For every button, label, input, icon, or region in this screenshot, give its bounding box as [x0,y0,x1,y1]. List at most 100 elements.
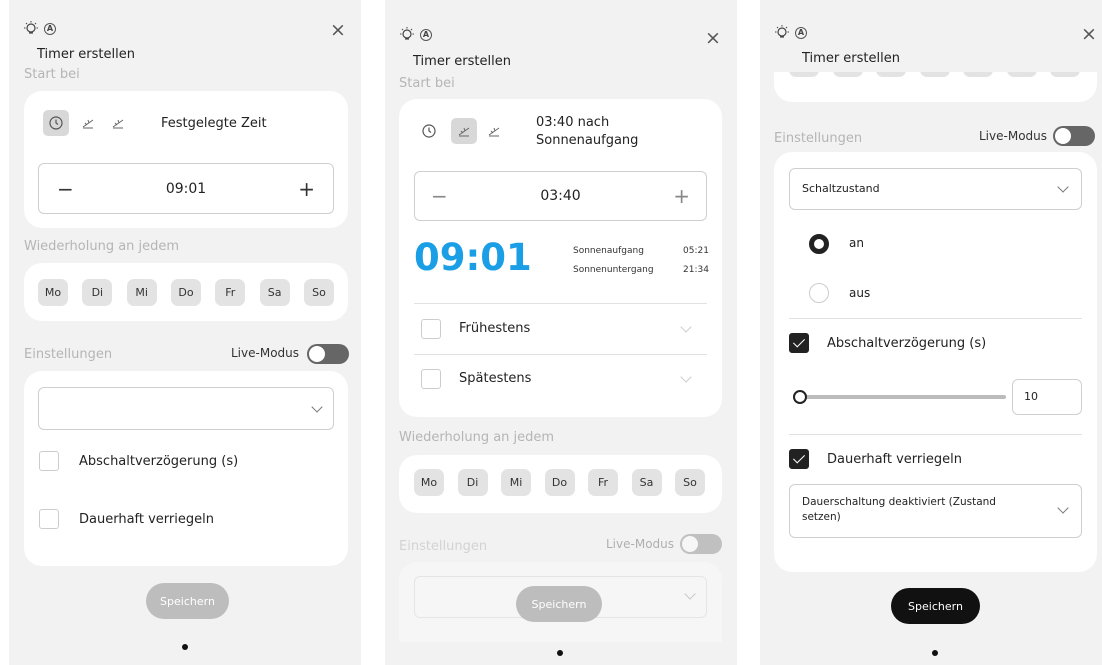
section-start: Start bei [399,76,455,91]
day-mo[interactable]: Mo [414,469,444,496]
state-select[interactable]: Schaltzustand [789,168,1082,210]
day-sa[interactable]: Sa [631,469,662,496]
day-so[interactable]: So [675,469,705,496]
latest-checkbox[interactable] [421,369,441,389]
weekday-selector: Mo Di Mi Do Fr Sa So [414,469,705,496]
delay-label: Abschaltverzögerung (s) [79,454,239,469]
chevron-down-icon [684,588,696,600]
lock-checkbox[interactable] [789,449,809,469]
offset-value[interactable]: 03:40 [415,188,706,204]
auto-mode-icon: A [420,29,432,41]
section-settings: Einstellungen [774,131,863,146]
section-repeat: Wiederholung an jedem [24,239,180,254]
section-settings: Einstellungen [399,539,488,554]
close-icon[interactable]: × [1081,25,1097,44]
weekday-selector: Mo Di Mi Do Fr Sa So [38,279,334,306]
start-card: 03:40 nach Sonnenaufgang − 03:40 + 09:01… [399,99,722,417]
day-mi[interactable]: Mi [501,469,531,496]
save-button[interactable]: Speichern [516,586,602,622]
day-so[interactable]: So [303,279,334,306]
day-mi[interactable]: Mi [126,279,157,306]
radio-off-label: aus [849,286,871,300]
save-button[interactable]: Speichern [146,583,229,619]
settings-card: Abschaltverzögerung (s) Dauerhaft verrie… [24,371,348,566]
live-mode-label: Live-Modus [231,346,300,360]
day-do[interactable]: Do [544,469,575,496]
sunrise-mode-button[interactable] [75,110,101,136]
delay-value-input[interactable]: 10 [1012,379,1082,415]
sunset-time: 21:34 [683,265,709,275]
days-card: Mo Di Mi Do Fr Sa So [399,455,722,513]
page-title: Timer erstellen [802,51,900,66]
sunrise-icon [458,127,470,137]
clock-icon [422,124,436,138]
page-indicator [932,650,938,656]
radio-on-label: an [849,236,864,250]
live-mode-toggle[interactable] [307,344,349,364]
live-mode-toggle[interactable] [1053,126,1095,146]
lock-label: Dauerhaft verriegeln [827,452,962,467]
day-fr[interactable]: Fr [215,279,246,306]
clock-icon [49,116,63,130]
offset-stepper: − 03:40 + [414,171,707,221]
bulb-icon [400,27,414,40]
state-select[interactable] [38,387,334,430]
toggle-knob [1055,128,1071,144]
day-sa[interactable]: Sa [259,279,290,306]
chevron-down-icon [1057,181,1069,193]
clock-mode-button[interactable] [416,118,442,144]
sunset-icon [488,127,500,137]
section-start: Start bei [24,67,80,82]
sunset-icon [112,119,124,129]
radio-on[interactable] [809,234,829,254]
lock-checkbox[interactable] [39,509,59,529]
delay-label: Abschaltverzögerung (s) [827,336,987,351]
day-fr[interactable]: Fr [588,469,618,496]
section-repeat: Wiederholung an jedem [399,430,555,445]
time-value[interactable]: 09:01 [39,181,333,197]
divider [789,434,1082,435]
day-di[interactable]: Di [82,279,113,306]
day-di[interactable]: Di [457,469,488,496]
increment-button[interactable]: + [298,177,315,201]
live-mode-label: Live-Modus [979,129,1048,143]
header-icons: A [398,26,432,44]
sunset-mode-button[interactable] [481,118,507,144]
computed-time: 09:01 [414,236,532,279]
day-mo[interactable]: Mo [38,279,68,306]
increment-button[interactable]: + [673,184,690,208]
panel-settings: Mo Di Mi Do Fr Sa So A Timer erstellen ×… [760,0,1102,665]
section-settings: Einstellungen [24,347,113,362]
earliest-label: Frühestens [459,321,531,336]
sunrise-icon [82,119,94,129]
close-icon[interactable]: × [705,29,721,48]
page-indicator [182,644,188,650]
delay-slider-track[interactable] [800,395,1006,399]
radio-off[interactable] [809,283,829,303]
panel-fixed-time: A Timer erstellen × Start bei Festgelegt… [9,0,361,665]
lock-mode-select[interactable]: Dauerschaltung deaktiviert (Zustand setz… [789,484,1082,538]
delay-checkbox[interactable] [39,451,59,471]
page-title: Timer erstellen [413,54,511,69]
live-mode-toggle[interactable] [680,534,722,554]
sunset-mode-button[interactable] [105,110,131,136]
toggle-knob [309,346,325,362]
save-button[interactable]: Speichern [891,588,980,624]
day-do[interactable]: Do [170,279,201,306]
earliest-checkbox[interactable] [421,319,441,339]
lock-mode-value: Dauerschaltung deaktiviert (Zustand setz… [802,496,996,523]
clock-mode-button[interactable] [43,110,69,136]
delay-value: 10 [1024,390,1038,403]
sunset-label: Sonnenuntergang [573,265,654,275]
close-icon[interactable]: × [330,21,346,40]
page-title: Timer erstellen [37,47,135,62]
delay-checkbox[interactable] [789,333,809,353]
delay-slider-thumb[interactable] [793,390,807,404]
chevron-down-icon[interactable] [680,321,692,333]
select-value: Schaltzustand [802,182,880,195]
chevron-down-icon [311,401,323,413]
auto-mode-icon: A [795,27,807,39]
chevron-down-icon[interactable] [680,371,692,383]
bulb-icon [24,21,38,34]
sunrise-mode-button[interactable] [451,118,477,144]
